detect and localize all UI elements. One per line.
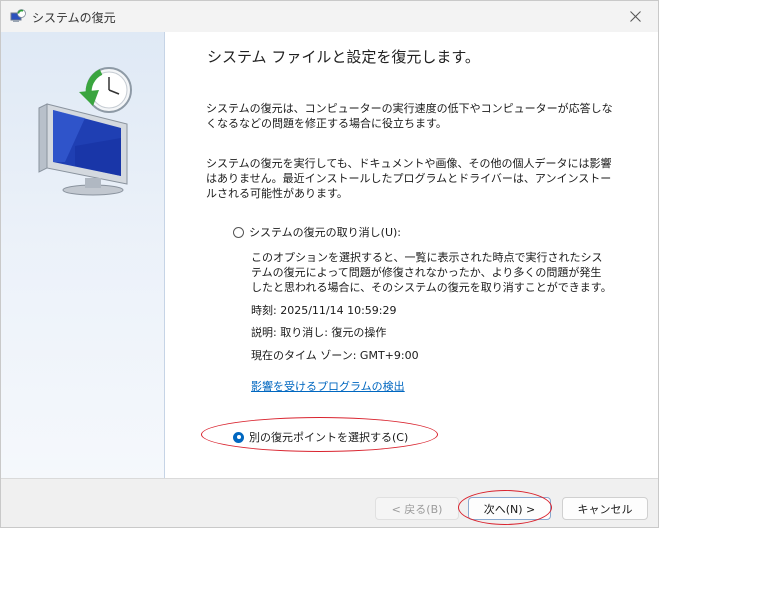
button-bar: < 戻る(B) 次へ(N) > キャンセル xyxy=(1,478,658,527)
intro-paragraph: システムの復元は、コンピューターの実行速度の低下やコンピューターが応答しなくなる… xyxy=(206,102,613,130)
undo-restore-label: システムの復元の取り消し(U): xyxy=(249,226,402,239)
undo-description-line: テムの復元によって問題が修復されなかったか、より多くの問題が発生 xyxy=(251,266,602,279)
content-panel: システム ファイルと設定を復元します。 システムの復元は、コンピューターの実行速… xyxy=(165,32,658,478)
choose-other-restore-point-label: 別の復元ポイントを選択する(C) xyxy=(249,431,409,444)
undo-description: このオプションを選択すると、一覧に表示された時点で実行されたシス テムの復元によ… xyxy=(251,250,612,295)
sidebar-banner xyxy=(1,32,165,478)
choose-other-restore-point-radio[interactable] xyxy=(233,431,244,443)
restore-description: 説明: 取り消し: 復元の操作 xyxy=(251,326,387,339)
close-button[interactable] xyxy=(612,1,658,32)
system-restore-window: システムの復元 システム ファイルと設定を復元します。 システムの復元は、コンピ… xyxy=(0,0,659,528)
back-button[interactable]: < 戻る(B) xyxy=(375,497,459,520)
undo-description-line: このオプションを選択すると、一覧に表示された時点で実行されたシス xyxy=(251,251,603,264)
close-icon xyxy=(629,11,641,22)
undo-restore-option[interactable]: システムの復元の取り消し(U): xyxy=(233,224,401,240)
next-button[interactable]: 次へ(N) > xyxy=(468,497,551,520)
page-heading: システム ファイルと設定を復元します。 xyxy=(207,48,480,66)
scan-affected-programs-link[interactable]: 影響を受けるプログラムの検出 xyxy=(251,378,405,394)
title-bar: システムの復元 xyxy=(1,1,658,32)
data-notice-paragraph: システムの復元を実行しても、ドキュメントや画像、その他の個人データには影響はあり… xyxy=(206,157,612,200)
system-restore-icon xyxy=(10,9,26,22)
window-title: システムの復元 xyxy=(32,11,116,25)
current-timezone: 現在のタイム ゾーン: GMT+9:00 xyxy=(251,349,419,362)
undo-restore-radio[interactable] xyxy=(233,226,244,238)
undo-description-line: したと思われる場合に、そのシステムの復元を取り消すことができます。 xyxy=(251,281,612,294)
choose-other-restore-point-option[interactable]: 別の復元ポイントを選択する(C) xyxy=(233,429,408,445)
cancel-button[interactable]: キャンセル xyxy=(562,497,648,520)
restore-time: 時刻: 2025/11/14 10:59:29 xyxy=(251,304,397,317)
computer-restore-icon xyxy=(38,67,132,196)
